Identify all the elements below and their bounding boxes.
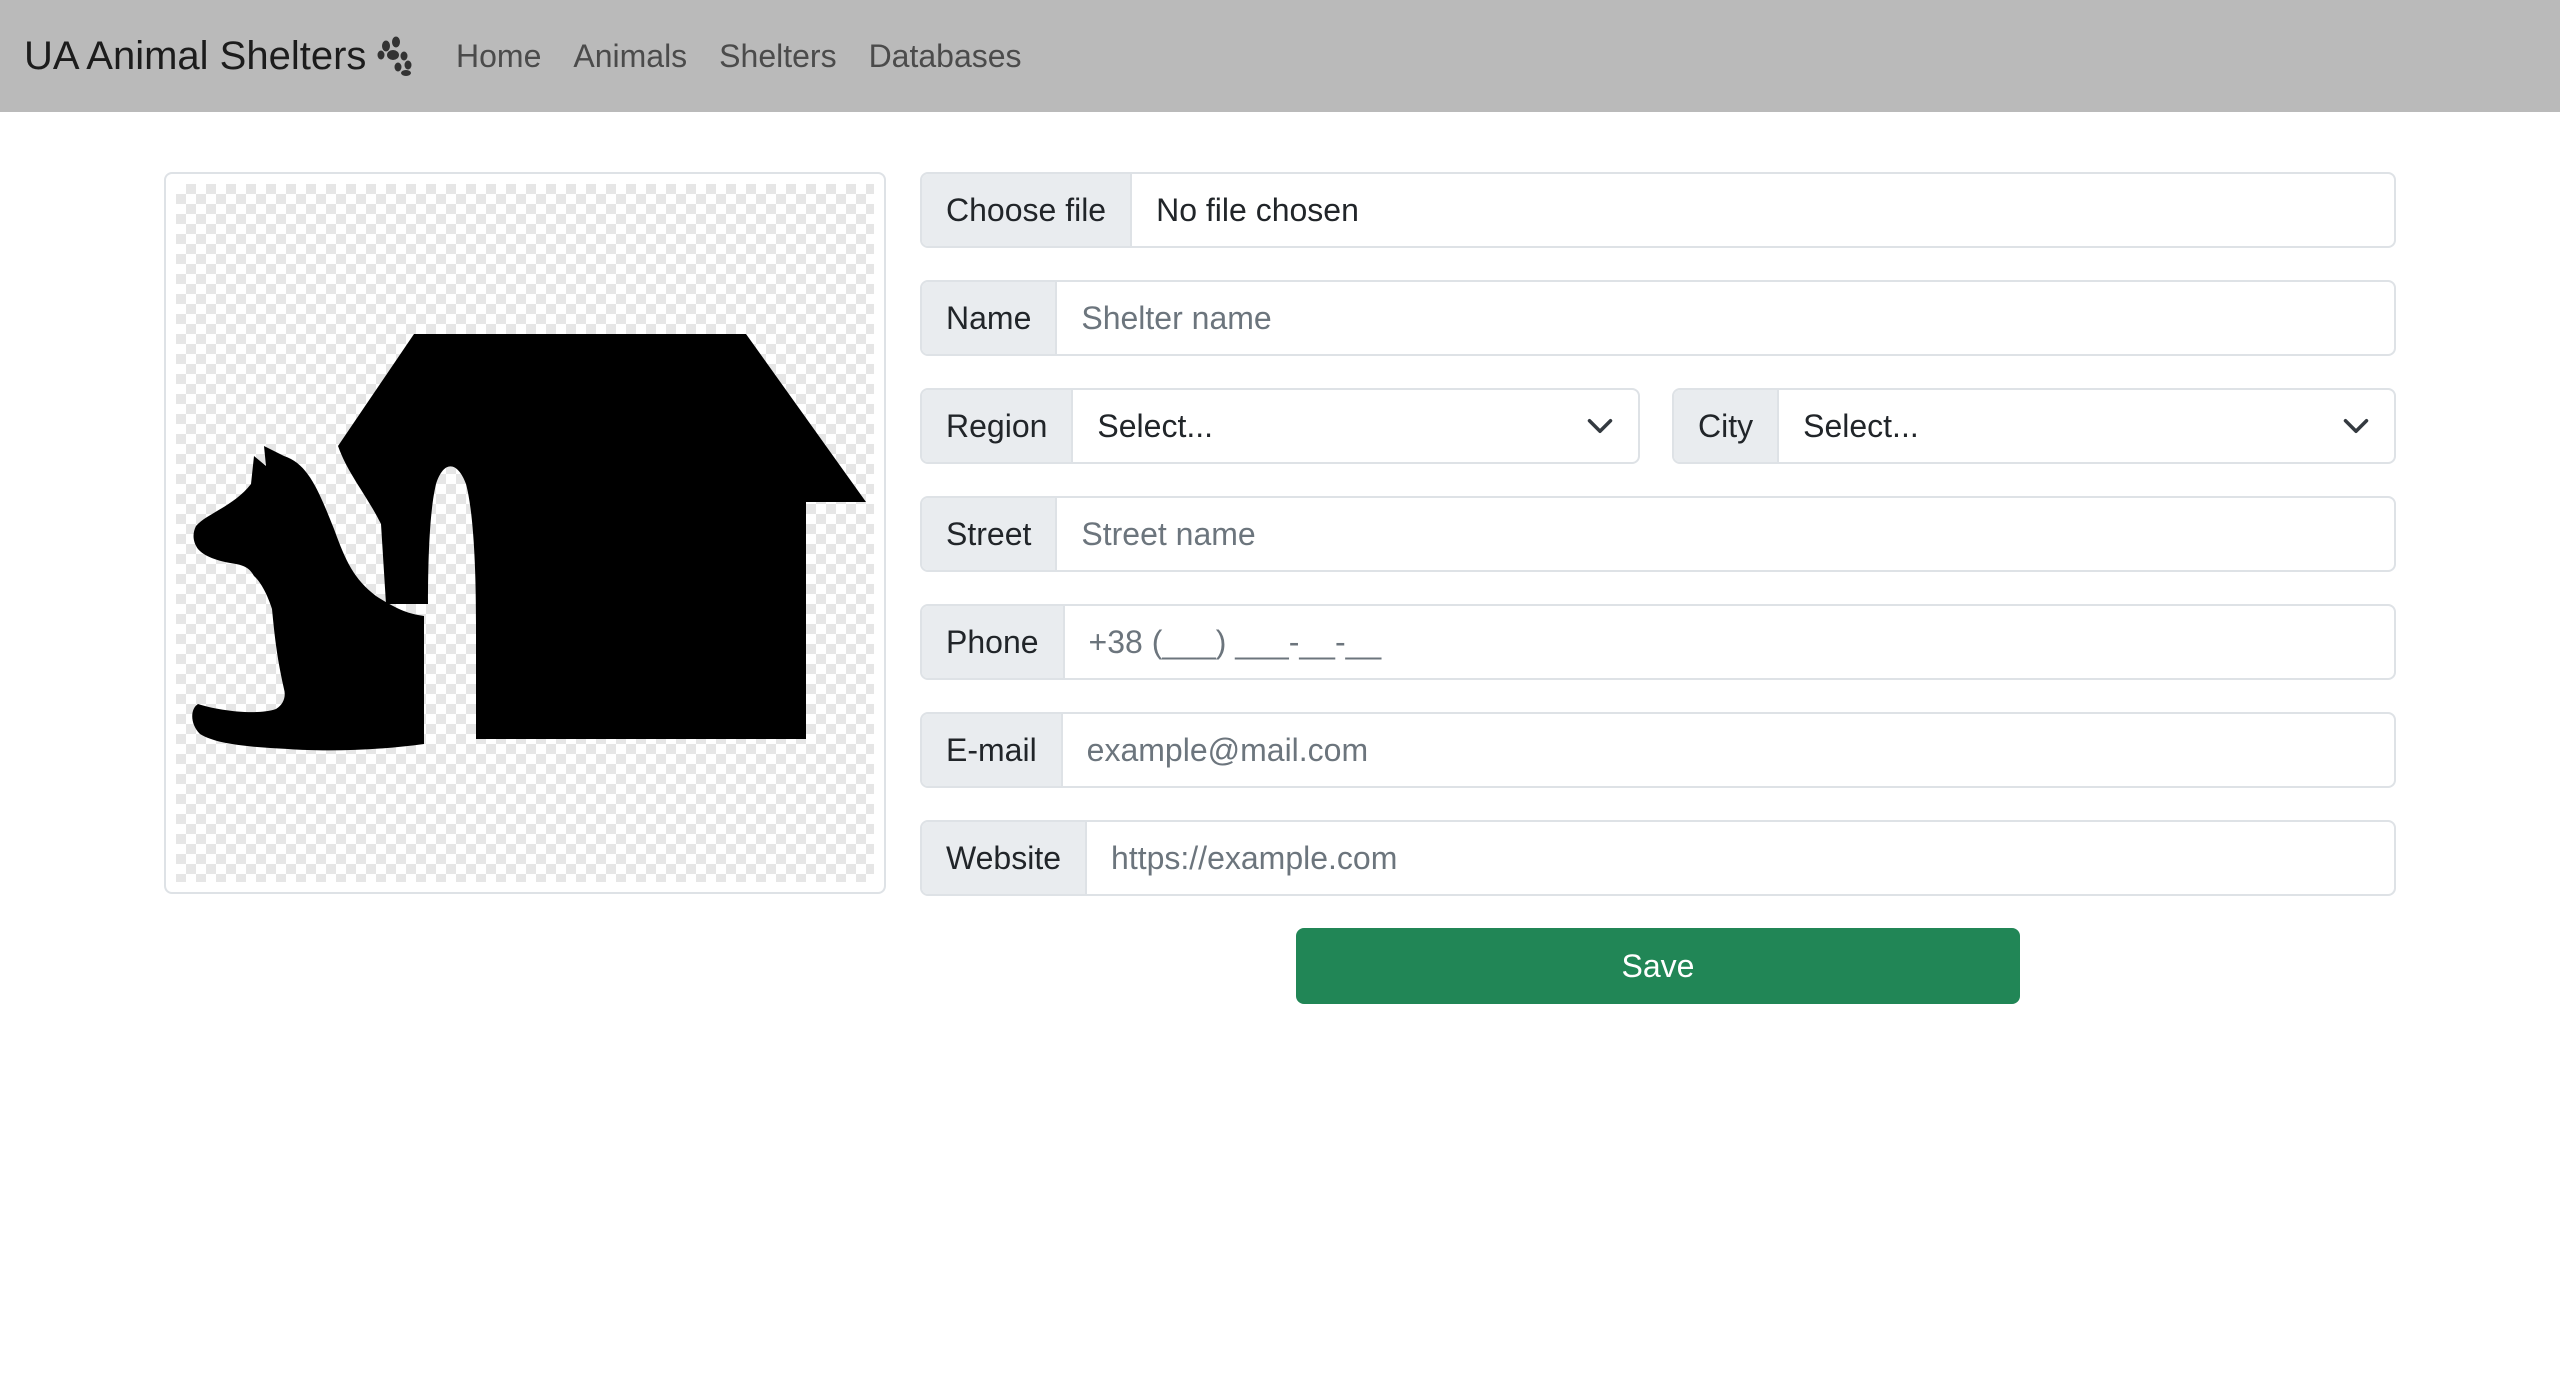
- region-selected-value: Select...: [1097, 407, 1214, 444]
- street-label: Street: [922, 498, 1058, 570]
- phone-input[interactable]: [1064, 606, 2394, 678]
- email-label: E-mail: [922, 714, 1063, 786]
- nav-link-shelters[interactable]: Shelters: [719, 38, 836, 75]
- email-field: E-mail: [920, 712, 2396, 788]
- website-label: Website: [922, 822, 1088, 894]
- website-field: Website: [920, 820, 2396, 896]
- email-input[interactable]: [1062, 714, 2394, 786]
- nav-link-home[interactable]: Home: [456, 38, 541, 75]
- chevron-down-icon: [1587, 419, 1613, 433]
- region-select[interactable]: Select...: [1073, 390, 1638, 462]
- choose-file-button[interactable]: Choose file: [922, 174, 1133, 246]
- city-field: City Select...: [1672, 388, 2396, 464]
- file-status: No file chosen: [1156, 191, 1359, 228]
- brand-link[interactable]: UA Animal Shelters: [24, 0, 416, 112]
- name-input[interactable]: [1057, 282, 2394, 354]
- chevron-down-icon: [2343, 419, 2369, 433]
- city-select[interactable]: Select...: [1779, 390, 2394, 462]
- nav-links: Home Animals Shelters Databases: [456, 0, 1054, 112]
- city-label: City: [1674, 390, 1780, 462]
- street-field: Street: [920, 496, 2396, 572]
- transparent-background: [176, 184, 874, 882]
- paw-icon: [376, 36, 416, 76]
- phone-field: Phone: [920, 604, 2396, 680]
- phone-label: Phone: [922, 606, 1065, 678]
- city-selected-value: Select...: [1803, 407, 1919, 444]
- brand-title: UA Animal Shelters: [24, 33, 367, 78]
- dog-house-icon: [192, 334, 866, 751]
- file-field: Choose file No file chosen: [920, 172, 2396, 248]
- name-label: Name: [922, 282, 1058, 354]
- region-field: Region Select...: [920, 388, 1640, 464]
- image-preview: [164, 172, 886, 894]
- name-field: Name: [920, 280, 2396, 356]
- navbar: UA Animal Shelters Home Animals Shelters…: [0, 0, 2560, 112]
- website-input[interactable]: [1087, 822, 2394, 894]
- save-button[interactable]: Save: [1296, 928, 2020, 1004]
- nav-link-animals[interactable]: Animals: [573, 38, 687, 75]
- nav-link-databases[interactable]: Databases: [869, 38, 1022, 75]
- street-input[interactable]: [1057, 498, 2394, 570]
- region-label: Region: [922, 390, 1074, 462]
